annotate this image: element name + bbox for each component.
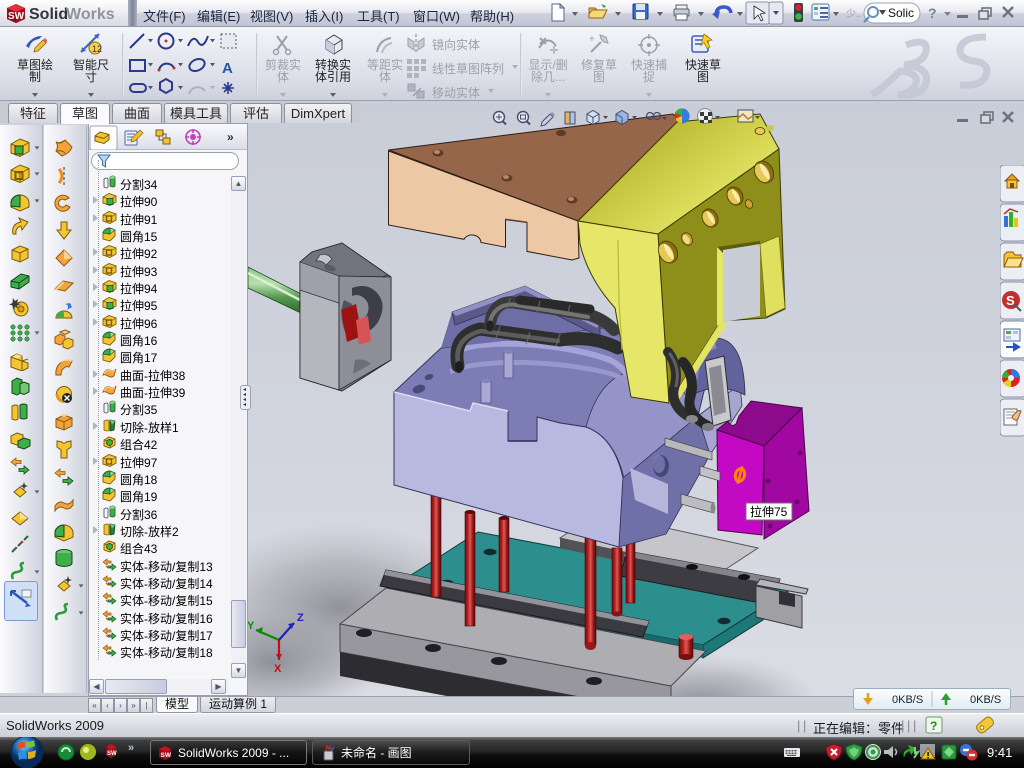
svg-text:0KB/S: 0KB/S <box>970 694 1001 706</box>
svg-text:?: ? <box>930 719 937 733</box>
svg-text:?: ? <box>928 5 937 21</box>
svg-text:0KB/S: 0KB/S <box>892 694 923 706</box>
svg-text:SW: SW <box>161 752 172 759</box>
svg-text:Solic: Solic <box>888 6 914 20</box>
svg-text:»: » <box>128 742 134 754</box>
svg-text:Works: Works <box>66 6 115 23</box>
svg-text:9:41: 9:41 <box>987 745 1012 760</box>
svg-text:»: » <box>227 130 234 144</box>
svg-text:12: 12 <box>92 44 102 54</box>
svg-text:A: A <box>222 60 233 77</box>
svg-text:少..: 少.. <box>846 8 862 20</box>
svg-text:X: X <box>274 663 282 675</box>
svg-text:Y: Y <box>248 620 255 632</box>
svg-text:+: + <box>589 34 595 45</box>
svg-text:Solid: Solid <box>29 6 68 23</box>
svg-text:SW: SW <box>8 11 25 22</box>
svg-text:拉伸75: 拉伸75 <box>750 504 788 519</box>
svg-text:S: S <box>1006 293 1015 308</box>
svg-text:Z: Z <box>297 612 304 624</box>
svg-text:SW: SW <box>107 751 117 757</box>
